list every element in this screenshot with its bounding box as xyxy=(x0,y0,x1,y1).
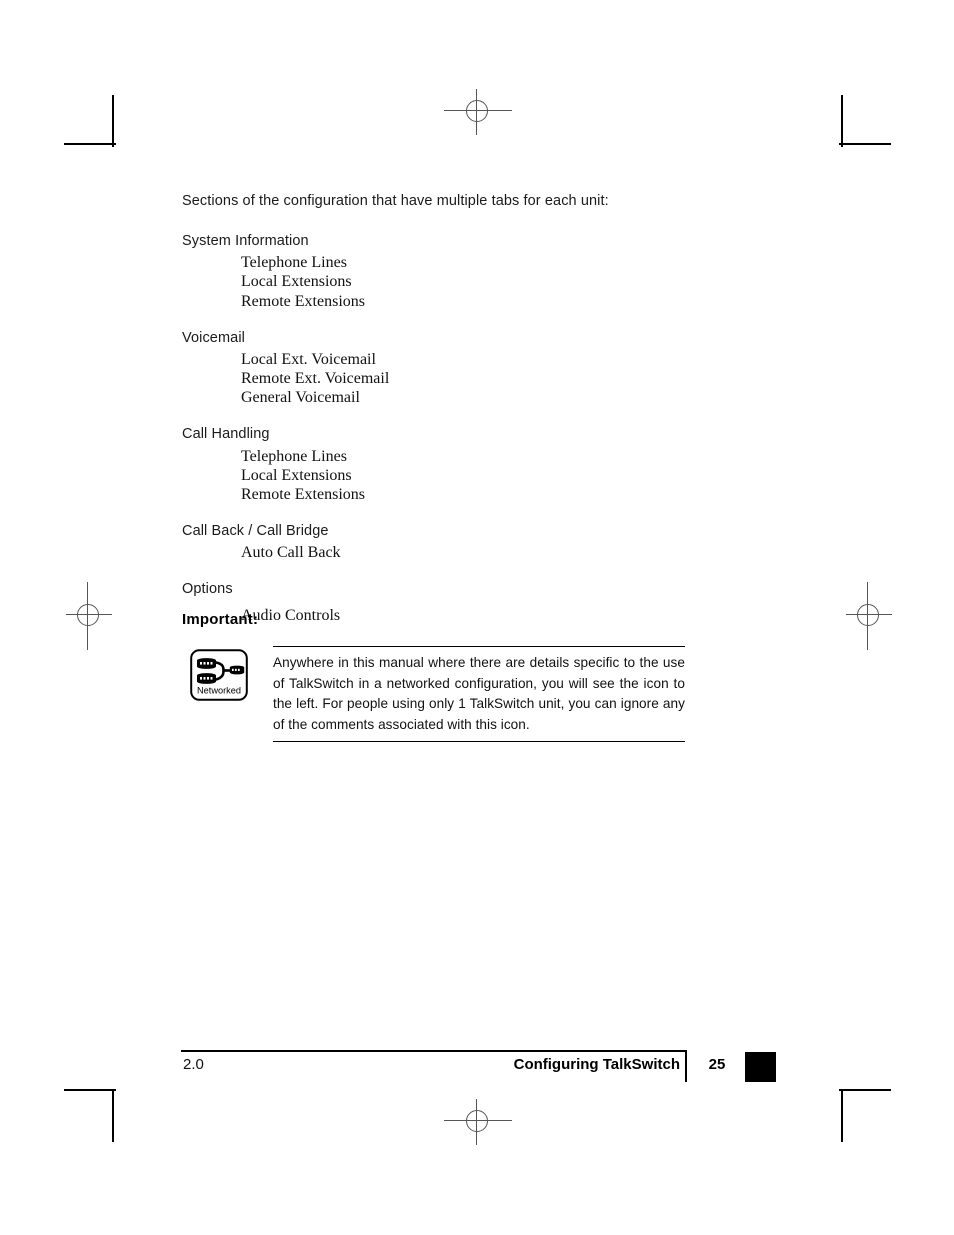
list-item: Remote Extensions xyxy=(241,292,365,310)
list-item: Auto Call Back xyxy=(241,544,341,562)
list-item: Local Extensions xyxy=(241,466,352,484)
crop-mark-bottom-right-horizontal xyxy=(839,1089,891,1091)
crop-mark-bottom-left-vertical xyxy=(112,1090,114,1142)
group-item-list: Auto Call Back xyxy=(182,543,802,562)
important-note-box: Anywhere in this manual where there are … xyxy=(273,646,685,742)
group-title: Call Handling xyxy=(182,426,270,443)
important-note-text: Anywhere in this manual where there are … xyxy=(273,655,685,732)
list-item: Remote Extensions xyxy=(241,485,365,503)
svg-text:Networked: Networked xyxy=(197,686,241,696)
group-title: Options xyxy=(182,581,233,598)
list-item: Telephone Lines xyxy=(241,447,347,465)
crop-mark-bottom-right-vertical xyxy=(841,1090,843,1142)
config-group-call-handling: Call Handling Telephone Lines Local Exte… xyxy=(182,425,802,504)
registration-mark-bottom-icon xyxy=(444,1088,512,1156)
intro-paragraph: Sections of the configuration that have … xyxy=(182,193,609,209)
footer-section-title: Configuring TalkSwitch xyxy=(513,1056,680,1073)
crop-mark-top-left-horizontal xyxy=(64,143,116,145)
list-item: Local Ext. Voicemail xyxy=(241,350,376,368)
crop-mark-top-right-horizontal xyxy=(839,143,891,145)
list-item: Remote Ext. Voicemail xyxy=(241,370,390,387)
important-heading: Important: xyxy=(182,611,259,628)
footer-divider xyxy=(685,1050,687,1082)
list-item: Local Extensions xyxy=(241,273,352,291)
group-item-list: Audio Controls xyxy=(182,602,802,625)
crop-mark-top-left-vertical xyxy=(112,95,114,147)
config-group-system-information: System Information Telephone Lines Local… xyxy=(182,232,802,311)
list-item: General Voicemail xyxy=(241,389,360,407)
group-title: Voicemail xyxy=(182,329,245,346)
config-group-call-back-call-bridge: Call Back / Call Bridge Auto Call Back xyxy=(182,522,802,562)
group-item-list: Local Ext. Voicemail Remote Ext. Voicema… xyxy=(182,350,802,408)
page-body: Sections of the configuration that have … xyxy=(182,193,802,643)
crop-mark-top-right-vertical xyxy=(841,95,843,147)
list-item: Audio Controls xyxy=(241,606,341,624)
group-title: Call Back / Call Bridge xyxy=(182,523,329,540)
registration-mark-top-icon xyxy=(444,78,512,146)
group-item-list: Telephone Lines Local Extensions Remote … xyxy=(182,447,802,505)
registration-mark-left-icon xyxy=(55,582,123,650)
networked-icon: Networked xyxy=(190,649,248,701)
list-item: Telephone Lines xyxy=(241,254,347,272)
footer-rule xyxy=(181,1050,685,1052)
footer-thumb-marker xyxy=(745,1052,776,1082)
registration-mark-right-icon xyxy=(835,582,903,650)
config-group-options: Options Audio Controls xyxy=(182,580,802,624)
manual-page: Sections of the configuration that have … xyxy=(0,0,954,1235)
config-group-voicemail: Voicemail Local Ext. Voicemail Remote Ex… xyxy=(182,329,802,408)
footer-version: 2.0 xyxy=(183,1056,204,1073)
page-number: 25 xyxy=(708,1056,726,1073)
crop-mark-bottom-left-horizontal xyxy=(64,1089,116,1091)
group-item-list: Telephone Lines Local Extensions Remote … xyxy=(182,253,802,311)
group-title: System Information xyxy=(182,233,309,249)
